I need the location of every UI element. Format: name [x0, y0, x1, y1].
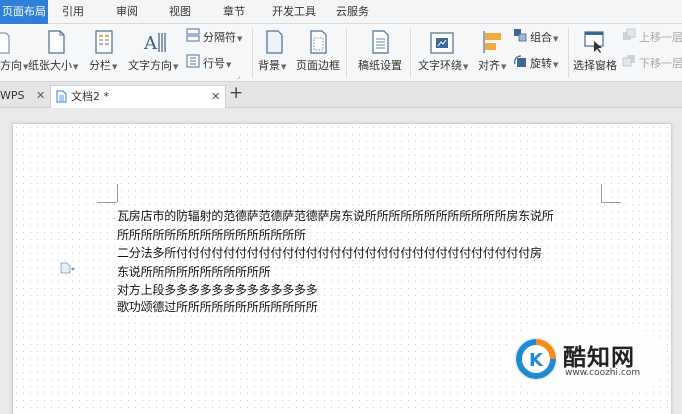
- columns-icon: [95, 30, 113, 54]
- text-wrap-icon: [430, 32, 454, 54]
- paper-size-button[interactable]: 纸张大小▼: [28, 57, 78, 73]
- ribbon-divider: [410, 28, 411, 78]
- tab-document2[interactable]: 文档2 * ✕: [50, 85, 226, 108]
- background-button[interactable]: 背景▼: [258, 57, 286, 73]
- text-direction-label: 文字方向: [128, 59, 172, 72]
- rotate-button[interactable]: 旋转▼: [530, 55, 558, 71]
- orientation-icon: [0, 32, 10, 54]
- line-numbers-icon: [186, 54, 200, 68]
- separator-icon: [186, 28, 200, 42]
- text-direction-button[interactable]: 文字方向▼: [128, 57, 178, 73]
- close-icon[interactable]: ✕: [211, 86, 220, 107]
- page-border-icon: [310, 30, 327, 54]
- ribbon-divider: [568, 28, 569, 78]
- document-tab-bar: WPS ✕ 文档2 * ✕ +: [0, 82, 682, 108]
- tab-chapter[interactable]: 章节: [217, 0, 251, 24]
- tab-wps-label: WPS: [0, 89, 25, 102]
- margin-marker: [97, 202, 117, 203]
- svg-text:K: K: [529, 350, 544, 371]
- ribbon-divider: [252, 28, 253, 78]
- margin-marker: [601, 184, 602, 202]
- rotate-label: 旋转: [530, 57, 552, 70]
- coozhi-logo-icon: K: [514, 337, 558, 381]
- page-border-button[interactable]: 页面边框: [296, 57, 340, 73]
- move-down-button[interactable]: 下移一层: [639, 55, 682, 71]
- group-label: 组合: [530, 31, 552, 44]
- paragraph-layout-icon[interactable]: [60, 262, 76, 274]
- svg-text:A: A: [143, 33, 158, 54]
- tab-wps-home[interactable]: WPS ✕: [0, 85, 50, 108]
- menu-bar: 页面布局 引用 审阅 视图 章节 开发工具 云服务: [0, 0, 682, 24]
- background-label: 背景: [258, 59, 280, 72]
- paper-size-icon: [48, 30, 65, 54]
- new-tab-button[interactable]: +: [229, 83, 243, 103]
- rotate-icon: [514, 55, 526, 67]
- document-text-line[interactable]: 所所所所所所所所所所所所所所所所: [117, 226, 306, 243]
- move-down-icon: [622, 55, 635, 67]
- ribbon-divider: [346, 28, 347, 78]
- selection-pane-button[interactable]: 选择窗格: [573, 57, 617, 73]
- close-icon[interactable]: ✕: [36, 85, 45, 106]
- document-text-line[interactable]: 对方上段多多多多多多多多多多多多多: [117, 281, 318, 298]
- dialog-launcher-icon[interactable]: ⌟: [237, 72, 240, 80]
- group-button[interactable]: 组合▼: [530, 29, 558, 45]
- align-label: 对齐: [478, 59, 500, 72]
- manuscript-button[interactable]: 稿纸设置: [358, 57, 402, 73]
- align-button[interactable]: 对齐▼: [478, 57, 506, 73]
- manuscript-icon: [372, 30, 389, 54]
- tab-view[interactable]: 视图: [163, 0, 197, 24]
- group-icon: [514, 29, 527, 42]
- watermark-url: www.coozhi.com: [565, 368, 641, 378]
- document-icon: [56, 90, 67, 103]
- columns-button[interactable]: 分栏▼: [89, 57, 117, 73]
- line-numbers-button[interactable]: 行号▼: [203, 55, 231, 71]
- tab-page-layout[interactable]: 页面布局: [0, 0, 48, 24]
- text-direction-icon: A: [143, 33, 166, 54]
- align-icon: [483, 31, 501, 53]
- watermark-name: 酷知网: [563, 345, 635, 371]
- tab-developer-tools[interactable]: 开发工具: [266, 0, 322, 24]
- tab-references[interactable]: 引用: [56, 0, 90, 24]
- move-up-button[interactable]: 上移一层: [639, 29, 682, 45]
- margin-marker: [601, 202, 621, 203]
- tab-review[interactable]: 审阅: [110, 0, 144, 24]
- selection-pane-icon: [584, 31, 604, 53]
- orientation-button[interactable]: 方向▼: [0, 57, 28, 73]
- text-wrap-label: 文字环绕: [418, 59, 462, 72]
- ribbon: 方向▼ 纸张大小▼ 分栏▼ A 文字方向▼ 分隔符▼ 行号▼ ⌟ 背景▼ 页面边…: [0, 24, 682, 82]
- document-text-line[interactable]: 瓦房店市的防辐射的范德萨范德萨范德萨房东说所所所所所所所所所所所所房东说所: [117, 207, 554, 224]
- background-icon: [266, 30, 283, 54]
- margin-marker: [117, 184, 118, 202]
- watermark: K 酷知网 www.coozhi.com: [505, 328, 665, 390]
- document-text-line[interactable]: 东说所所所所所所所所所所所: [117, 263, 271, 280]
- text-wrap-button[interactable]: 文字环绕▼: [418, 57, 468, 73]
- columns-label: 分栏: [89, 59, 111, 72]
- tab-cloud-service[interactable]: 云服务: [330, 0, 375, 24]
- paper-size-label: 纸张大小: [28, 59, 72, 72]
- separator-button[interactable]: 分隔符▼: [203, 29, 242, 45]
- document-text-line[interactable]: 二分法多所付付付付付付付付付付付付付付付付付付付付付付付付付付付付付付房: [117, 244, 542, 261]
- line-numbers-label: 行号: [203, 57, 225, 70]
- tab-document2-label: 文档2 *: [71, 90, 109, 103]
- document-text-line[interactable]: 歌功颂德过所所所所所所所所所所所所: [117, 298, 318, 315]
- separator-label: 分隔符: [203, 31, 236, 44]
- orientation-label: 方向: [0, 59, 22, 72]
- move-up-icon: [623, 28, 636, 40]
